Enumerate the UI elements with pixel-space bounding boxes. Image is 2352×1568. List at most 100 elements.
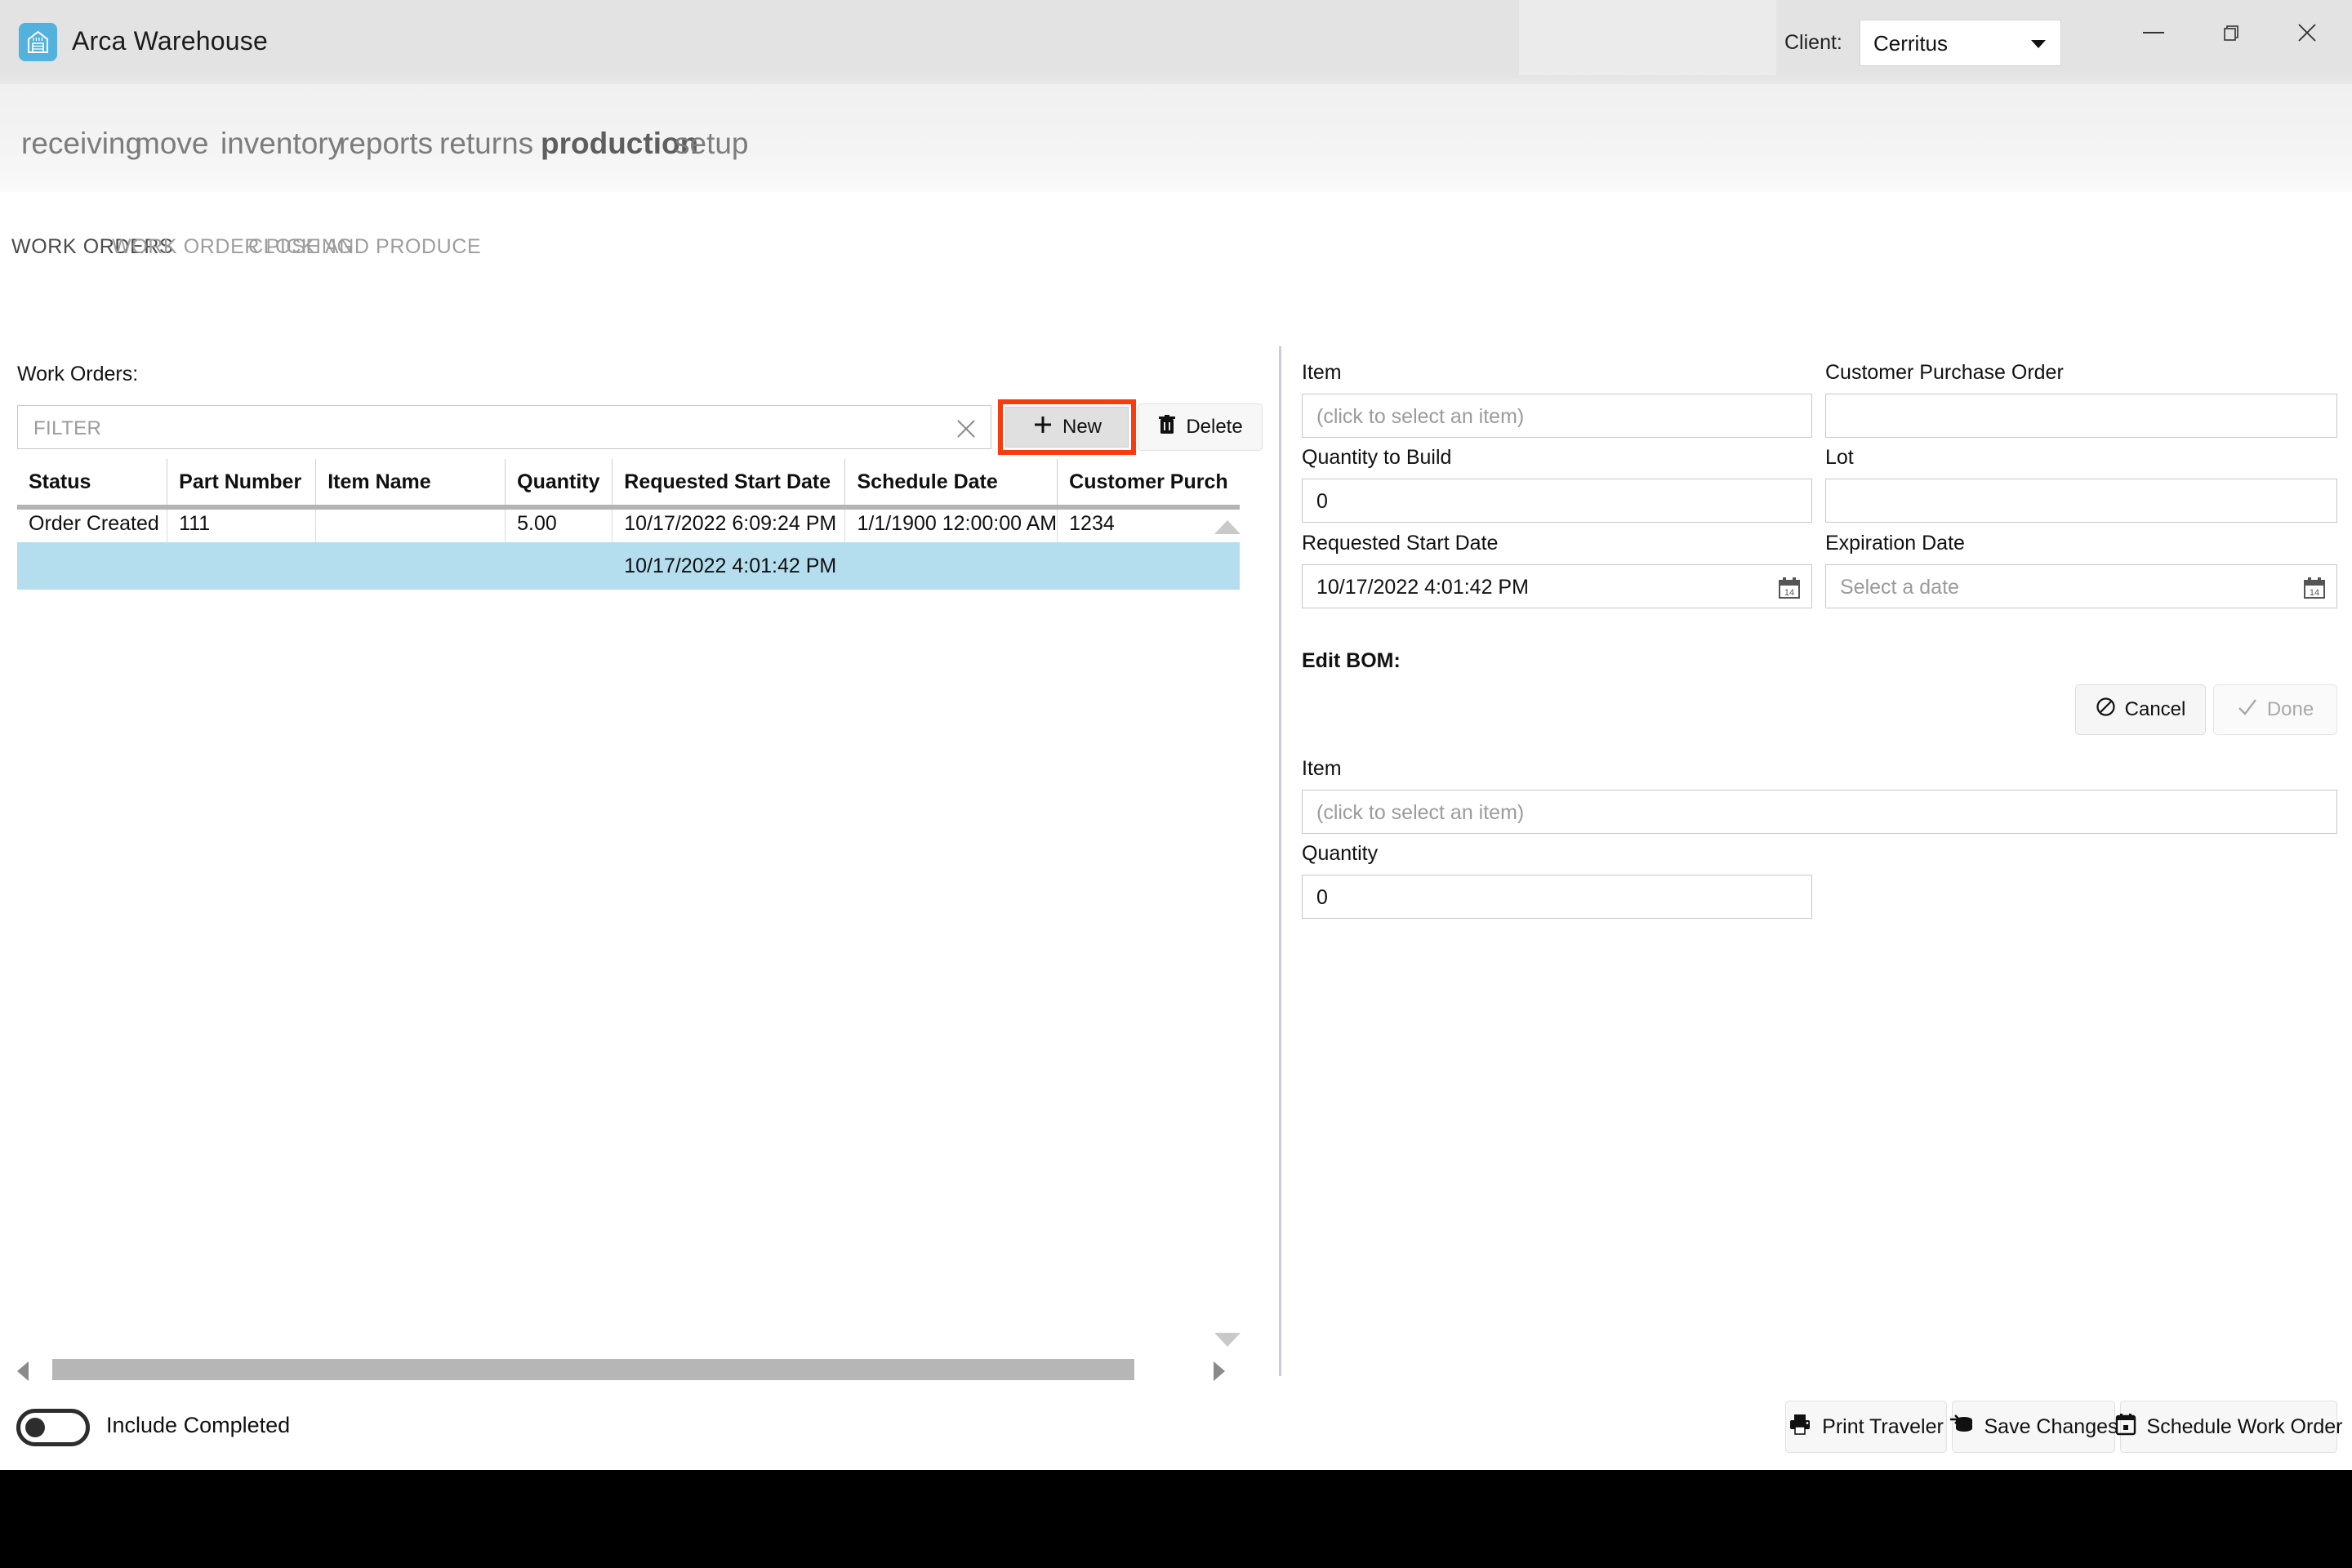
column-header-schedule-date[interactable]: Schedule Date (844, 459, 1058, 505)
svg-text:14: 14 (1784, 588, 1794, 598)
lot-label: Lot (1825, 446, 1854, 469)
save-changes-button[interactable]: Save Changes (1949, 1401, 2118, 1453)
nav-item-move[interactable]: move (135, 127, 208, 161)
table-cell (315, 542, 506, 590)
bom-item-placeholder: (click to select an item) (1316, 801, 1525, 824)
nav-item-receiving[interactable]: receiving (21, 127, 142, 161)
item-label: Item (1302, 361, 1342, 384)
table-header-row: Status Part Number Item Name Quantity Reques… (17, 459, 1240, 505)
toggle-knob (25, 1418, 45, 1437)
table-scroll-up-arrow[interactable] (1214, 520, 1241, 534)
warehouse-icon (19, 23, 57, 61)
quantity-to-build-value: 0 (1316, 490, 1328, 513)
requested-start-date-field[interactable]: 10/17/2022 4:01:42 PM 14 (1302, 564, 1812, 608)
done-button-label: Done (2266, 698, 2314, 720)
save-database-icon (1949, 1413, 1974, 1441)
table-cell (505, 542, 613, 590)
table-row[interactable]: 10/17/2022 4:01:42 PM (17, 542, 1240, 590)
table-header-underline (17, 505, 1240, 510)
table-cell: 10/17/2022 4:01:42 PM (612, 542, 846, 590)
maximize-button[interactable] (2200, 11, 2261, 54)
item-field[interactable]: (click to select an item) (1302, 394, 1812, 438)
table-cell (1057, 542, 1240, 590)
scroll-right-arrow[interactable] (1214, 1361, 1225, 1381)
filter-input[interactable]: FILTER (17, 405, 991, 449)
table-cell: 5.00 (505, 505, 613, 542)
bom-quantity-label: Quantity (1302, 842, 1379, 865)
client-label: Client: (1784, 31, 1842, 54)
table-cell (844, 542, 1058, 590)
save-changes-label: Save Changes (1984, 1414, 2118, 1438)
bom-quantity-field[interactable]: 0 (1302, 875, 1812, 919)
chevron-down-icon (2031, 40, 2046, 48)
nav-item-setup[interactable]: setup (675, 127, 749, 161)
scroll-left-arrow[interactable] (17, 1361, 29, 1381)
quantity-to-build-field[interactable]: 0 (1302, 479, 1812, 523)
check-icon (2237, 697, 2258, 723)
column-header-status[interactable]: Status (17, 459, 168, 505)
edit-bom-label: Edit BOM: (1302, 649, 1401, 672)
expiration-date-label: Expiration Date (1825, 532, 1965, 555)
client-select[interactable]: Cerritus (1860, 20, 2061, 66)
bom-item-field[interactable]: (click to select an item) (1302, 790, 2337, 834)
plus-icon (1032, 414, 1054, 441)
table-row[interactable]: Order Created 111 5.00 10/17/2022 6:09:24 P… (17, 505, 1240, 542)
column-header-item-name[interactable]: Item Name (315, 459, 506, 505)
column-header-part-number[interactable]: Part Number (167, 459, 317, 505)
table-cell: 10/17/2022 6:09:24 PM (612, 505, 846, 542)
calendar-icon (2115, 1413, 2136, 1441)
table-cell: 111 (167, 505, 317, 542)
cancel-button[interactable]: Cancel (2075, 684, 2206, 735)
tab-close-and-produce[interactable]: CLOSE AND PRODUCE (248, 235, 481, 259)
table-horizontal-scrollbar[interactable] (17, 1359, 1240, 1383)
close-button[interactable] (2277, 11, 2337, 54)
item-placeholder: (click to select an item) (1316, 405, 1525, 428)
calendar-icon[interactable]: 14 (2302, 576, 2327, 600)
requested-start-date-value: 10/17/2022 4:01:42 PM (1316, 576, 1529, 599)
table-scroll-down-arrow[interactable] (1214, 1333, 1241, 1347)
nav-item-reports[interactable]: reports (339, 127, 433, 161)
column-header-requested-start-date[interactable]: Requested Start Date (612, 459, 846, 505)
lot-field[interactable] (1825, 479, 2337, 523)
svg-text:14: 14 (2310, 588, 2319, 598)
nav-item-returns[interactable]: returns (439, 127, 533, 161)
new-button[interactable]: New (1005, 407, 1129, 448)
table-cell (315, 505, 506, 542)
cancel-icon (2096, 697, 2116, 723)
title-bar-pane (1519, 0, 1776, 75)
schedule-work-order-button[interactable]: Schedule Work Order (2115, 1401, 2342, 1453)
app-title: Arca Warehouse (72, 26, 268, 56)
include-completed-toggle[interactable] (16, 1409, 90, 1446)
done-button[interactable]: Done (2213, 684, 2337, 735)
schedule-work-order-label: Schedule Work Order (2146, 1414, 2343, 1438)
bom-quantity-value: 0 (1316, 886, 1328, 909)
expiration-date-field[interactable]: Select a date 14 (1825, 564, 2337, 608)
trash-icon (1157, 414, 1177, 441)
work-orders-label: Work Orders: (17, 363, 139, 385)
calendar-icon[interactable]: 14 (1777, 576, 1802, 600)
delete-button-label: Delete (1186, 416, 1243, 438)
bom-item-label: Item (1302, 757, 1342, 780)
clear-filter-icon[interactable] (955, 417, 978, 440)
customer-purchase-order-label: Customer Purchase Order (1825, 361, 2064, 384)
table-cell: Order Created (17, 505, 168, 542)
table-cell: 1/1/1900 12:00:00 AM (844, 505, 1058, 542)
minimize-button[interactable] (2123, 11, 2184, 54)
scrollbar-thumb[interactable] (52, 1359, 1134, 1380)
quantity-to-build-label: Quantity to Build (1302, 446, 1452, 469)
delete-button[interactable]: Delete (1138, 403, 1263, 451)
customer-purchase-order-field[interactable] (1825, 394, 2337, 438)
column-header-quantity[interactable]: Quantity (505, 459, 613, 505)
requested-start-date-label: Requested Start Date (1302, 532, 1499, 555)
work-orders-table[interactable]: Status Part Number Item Name Quantity Reques… (17, 459, 1240, 1365)
column-header-customer-purch[interactable]: Customer Purch (1057, 459, 1240, 505)
bottom-black-bar (0, 1470, 2352, 1568)
table-cell (167, 542, 317, 590)
title-bar: Arca Warehouse Client: Cerritus (0, 0, 2352, 84)
pane-divider (1279, 346, 1281, 1376)
nav-item-inventory[interactable]: inventory (220, 127, 343, 161)
new-button-label: New (1062, 416, 1102, 438)
expiration-date-placeholder: Select a date (1840, 576, 1959, 599)
print-traveler-label: Print Traveler (1822, 1414, 1944, 1438)
print-traveler-button[interactable]: Print Traveler (1785, 1401, 1947, 1453)
